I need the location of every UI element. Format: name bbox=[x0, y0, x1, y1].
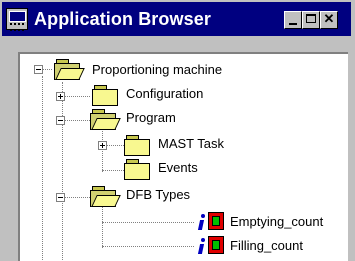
minimize-icon bbox=[289, 23, 297, 25]
close-icon: ✕ bbox=[323, 11, 335, 26]
info-icon bbox=[197, 238, 206, 254]
collapse-root-toggle[interactable] bbox=[34, 65, 43, 74]
dfb-block-icon bbox=[208, 212, 224, 230]
tree-item-filling-count[interactable]: Filling_count bbox=[230, 238, 303, 254]
open-folder-icon bbox=[54, 58, 85, 80]
info-icon bbox=[197, 214, 206, 230]
folder-icon bbox=[124, 158, 152, 180]
collapse-dfb-types-toggle[interactable] bbox=[56, 193, 65, 202]
tree-item-mast-task[interactable]: MAST Task bbox=[158, 136, 224, 152]
tree-item-emptying-count[interactable]: Emptying_count bbox=[230, 214, 323, 230]
collapse-program-toggle[interactable] bbox=[56, 116, 65, 125]
folder-icon bbox=[124, 134, 152, 156]
tree-item-configuration[interactable]: Configuration bbox=[126, 86, 203, 102]
application-browser-window: Application Browser ✕ Proportioning mach… bbox=[0, 0, 355, 261]
project-tree[interactable]: Proportioning machine Configuration Prog… bbox=[18, 52, 348, 261]
open-folder-icon bbox=[90, 185, 121, 207]
tree-item-dfb-types[interactable]: DFB Types bbox=[126, 187, 190, 203]
open-folder-icon bbox=[90, 108, 121, 130]
app-browser-icon bbox=[6, 8, 28, 31]
expand-mast-task-toggle[interactable] bbox=[98, 141, 107, 150]
maximize-icon bbox=[306, 14, 316, 23]
tree-item-program[interactable]: Program bbox=[126, 110, 176, 126]
tree-item-proportioning-machine[interactable]: Proportioning machine bbox=[92, 62, 222, 78]
window-title: Application Browser bbox=[34, 9, 211, 29]
close-button[interactable]: ✕ bbox=[320, 11, 338, 29]
dfb-block-icon bbox=[208, 236, 224, 254]
expand-configuration-toggle[interactable] bbox=[56, 92, 65, 101]
maximize-button[interactable] bbox=[302, 11, 320, 29]
folder-icon bbox=[92, 84, 120, 106]
tree-item-events[interactable]: Events bbox=[158, 160, 198, 176]
title-bar[interactable]: Application Browser ✕ bbox=[2, 2, 351, 36]
minimize-button[interactable] bbox=[284, 11, 302, 29]
